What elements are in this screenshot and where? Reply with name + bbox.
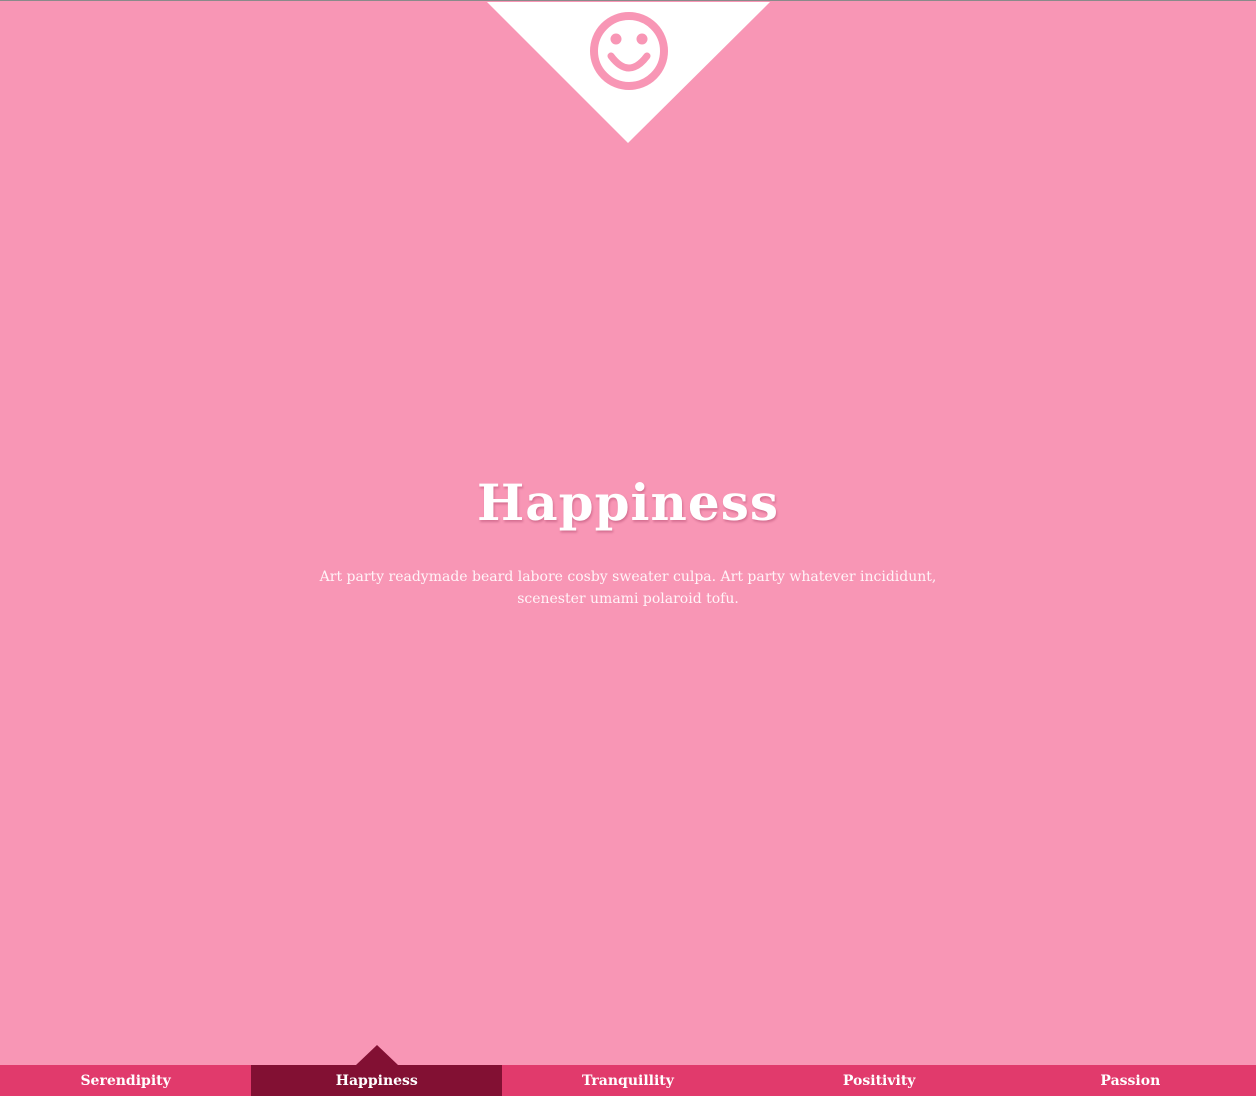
nav-item-tranquillity[interactable]: Tranquillity (502, 1065, 753, 1096)
hero-title: Happiness (476, 473, 780, 532)
hero-section: Happiness Art party readymade beard labo… (0, 468, 1256, 610)
nav-item-passion[interactable]: Passion (1005, 1065, 1256, 1096)
hero-description: Art party readymade beard labore cosby s… (319, 569, 937, 607)
page: Happiness Art party readymade beard labo… (0, 0, 1256, 1096)
bottom-navigation: Serendipity Happiness Tranquillity Posit… (0, 1045, 1256, 1096)
logo-banner (487, 2, 770, 143)
logo-triangle (487, 2, 770, 143)
nav-item-positivity[interactable]: Positivity (754, 1065, 1005, 1096)
nav-item-serendipity[interactable]: Serendipity (0, 1065, 251, 1096)
nav-item-happiness[interactable]: Happiness (251, 1045, 503, 1096)
